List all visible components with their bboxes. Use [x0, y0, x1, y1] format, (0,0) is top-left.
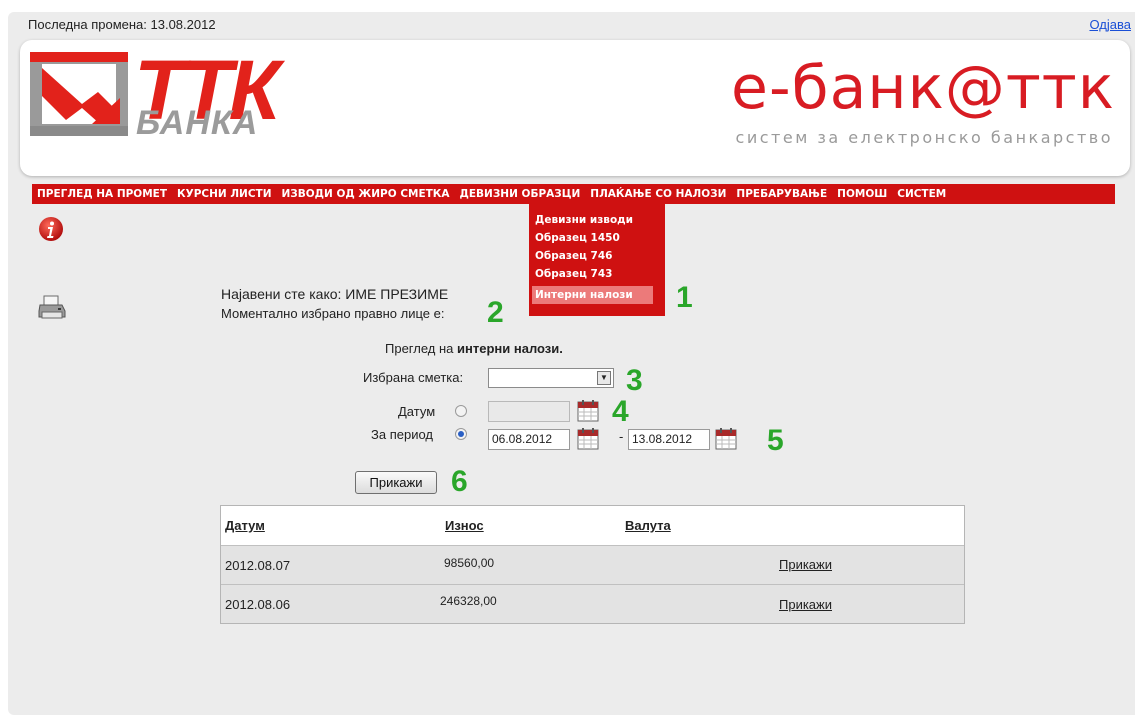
info-icon[interactable]	[38, 216, 64, 242]
calendar-icon[interactable]	[577, 428, 599, 450]
logo-banka-text: БАНКА	[136, 104, 259, 142]
last-change-text: Последна промена: 13.08.2012	[28, 17, 216, 32]
ttk-bank-logo: ТТК БАНКА	[28, 48, 328, 146]
dropdown-item-internal-orders[interactable]: Интерни налози	[532, 286, 653, 304]
dropdown-item-form-746[interactable]: Образец 746	[535, 247, 665, 265]
dropdown-item-form-743[interactable]: Образец 743	[535, 265, 665, 283]
callout-6: 6	[451, 465, 468, 498]
period-dash: -	[619, 429, 624, 444]
nav-item-turnover[interactable]: ПРЕГЛЕД НА ПРОМЕТ	[32, 184, 172, 204]
nav-item-exchange-rates[interactable]: КУРСНИ ЛИСТИ	[172, 184, 276, 204]
review-heading: Преглед на интерни налози.	[385, 341, 563, 356]
dropdown-item-form-1450[interactable]: Образец 1450	[535, 229, 665, 247]
callout-3: 3	[626, 364, 643, 397]
date-label: Датум	[398, 404, 436, 419]
foreign-forms-dropdown: Девизни изводи Образец 1450 Образец 746 …	[529, 204, 665, 316]
logo-arrow-emblem	[30, 52, 128, 136]
brand-subtitle: систем за електронско банкарство	[735, 128, 1113, 147]
calendar-icon[interactable]	[715, 428, 737, 450]
callout-5: 5	[767, 424, 784, 457]
account-select[interactable]: ▼	[488, 368, 614, 388]
logged-in-as-text: Најавени сте како: ИМЕ ПРЕЗИМЕ	[221, 286, 449, 302]
period-radio[interactable]	[455, 428, 467, 440]
row-date: 2012.08.07	[225, 558, 291, 573]
printer-icon[interactable]	[37, 295, 67, 321]
callout-2: 2	[487, 296, 504, 329]
internal-orders-table: Датум Износ Валута 2012.08.07 98560,00 П…	[220, 505, 965, 624]
show-button[interactable]: Прикажи	[355, 471, 437, 494]
calendar-icon[interactable]	[577, 400, 599, 422]
row-show-link[interactable]: Прикажи	[779, 557, 832, 572]
review-prefix: Преглед на	[385, 341, 454, 356]
row-date: 2012.08.06	[225, 597, 291, 612]
nav-item-payments[interactable]: ПЛАЌАЊЕ СО НАЛОЗИ	[585, 184, 731, 204]
nav-item-system[interactable]: СИСТЕМ	[892, 184, 951, 204]
table-row: 2012.08.07 98560,00 Прикажи	[221, 545, 964, 584]
brand-title: е-банк@ттк	[731, 53, 1115, 123]
account-label: Избрана сметка:	[363, 370, 464, 385]
column-header-currency[interactable]: Валута	[625, 518, 671, 533]
row-amount: 98560,00	[444, 556, 495, 570]
main-navbar: ПРЕГЛЕД НА ПРОМЕТ КУРСНИ ЛИСТИ ИЗВОДИ ОД…	[32, 184, 1115, 204]
period-from-input[interactable]: 06.08.2012	[488, 429, 570, 450]
nav-item-help[interactable]: ПОМОШ	[832, 184, 892, 204]
column-header-date[interactable]: Датум	[225, 518, 265, 533]
period-to-input[interactable]: 13.08.2012	[628, 429, 710, 450]
period-label: За период	[371, 427, 433, 442]
review-subject: интерни налози.	[457, 341, 563, 356]
date-input[interactable]	[488, 401, 570, 422]
table-header: Датум Износ Валута	[221, 506, 964, 545]
table-row: 2012.08.06 246328,00 Прикажи	[221, 584, 964, 623]
nav-item-statements[interactable]: ИЗВОДИ ОД ЖИРО СМЕТКА	[277, 184, 455, 204]
selected-entity-text: Моментално избрано правно лице е:	[221, 306, 445, 321]
callout-1: 1	[676, 281, 693, 314]
date-radio[interactable]	[455, 405, 467, 417]
row-show-link[interactable]: Прикажи	[779, 597, 832, 612]
nav-item-foreign-forms[interactable]: ДЕВИЗНИ ОБРАЗЦИ	[454, 184, 586, 204]
column-header-amount[interactable]: Износ	[445, 518, 484, 533]
callout-4: 4	[612, 395, 629, 428]
logout-link[interactable]: Одјава	[1089, 17, 1131, 32]
row-amount: 246328,00	[440, 594, 497, 608]
dropdown-item-foreign-statements[interactable]: Девизни изводи	[535, 211, 665, 229]
chevron-down-icon[interactable]: ▼	[597, 371, 611, 385]
nav-item-search[interactable]: ПРЕБАРУВАЊЕ	[731, 184, 832, 204]
